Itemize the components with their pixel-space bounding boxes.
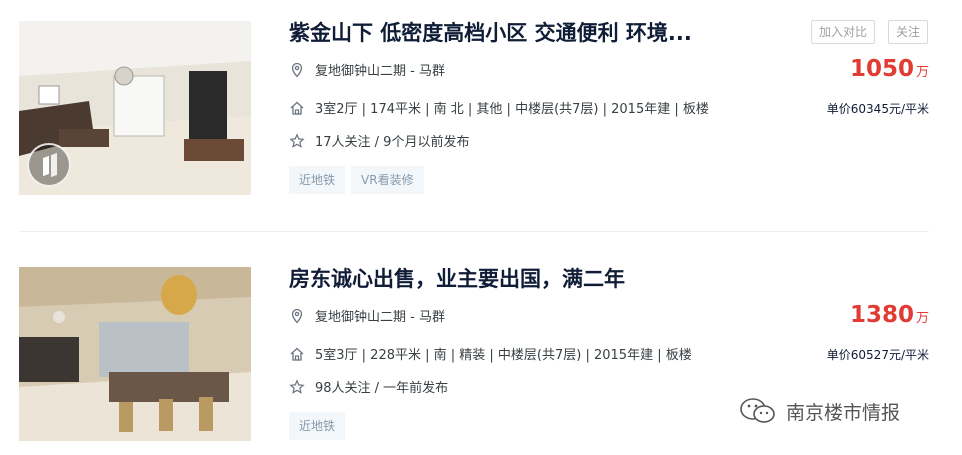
follow-info: 17人关注 / 9个月以前发布 (289, 131, 469, 150)
house-info: 5室3厅 | 228平米 | 南 | 精装 | 中楼层(共7层) | 2015年… (289, 344, 692, 363)
total-price-value: 1050 (849, 56, 914, 82)
community-info: 复地御钟山二期 - 马群 (289, 306, 445, 325)
location-pin-icon (291, 308, 303, 323)
tag-list: 近地铁 VR看装修 (289, 166, 424, 194)
tag-subway: 近地铁 (289, 166, 346, 194)
listing-card[interactable]: 紫金山下 低密度高档小区 交通便利 环境... 复地御钟山二期 - 马群 3室2… (0, 18, 962, 198)
watermark-text: 南京楼市情报 (786, 401, 901, 424)
listing-title[interactable]: 房东诚心出售，业主要出国，满二年 (289, 264, 625, 294)
total-price-value: 1380 (849, 302, 914, 328)
house-info: 3室2厅 | 174平米 | 南 北 | 其他 | 中楼层(共7层) | 201… (289, 98, 709, 117)
star-icon (289, 132, 305, 148)
total-price: 1380 万 (850, 302, 929, 328)
house-info-text: 5室3厅 | 228平米 | 南 | 精装 | 中楼层(共7层) | 2015年… (315, 348, 692, 363)
tag-vr: VR看装修 (351, 166, 424, 194)
house-info-text: 3室2厅 | 174平米 | 南 北 | 其他 | 中楼层(共7层) | 201… (315, 102, 709, 117)
tag-subway: 近地铁 (289, 412, 346, 440)
follow-info: 98人关注 / 一年前发布 (289, 377, 448, 396)
follow-info-text: 98人关注 / 一年前发布 (315, 381, 449, 396)
community-link[interactable]: 复地御钟山二期 - 马群 (315, 60, 445, 79)
listing-photo[interactable] (19, 267, 251, 441)
listing-photo[interactable] (19, 21, 251, 195)
location-pin-icon (291, 62, 303, 77)
listing-title[interactable]: 紫金山下 低密度高档小区 交通便利 环境... (289, 18, 692, 48)
house-icon (290, 101, 304, 115)
vr-badge-icon (27, 143, 71, 187)
community-info: 复地御钟山二期 - 马群 (289, 60, 445, 79)
unit-price: 单价60527元/平米 (826, 348, 929, 362)
total-price: 1050 万 (850, 56, 929, 82)
divider (19, 231, 929, 232)
follow-info-text: 17人关注 / 9个月以前发布 (315, 135, 470, 150)
dining-room-image (19, 267, 251, 441)
star-icon (289, 378, 305, 394)
tag-list: 近地铁 (289, 412, 346, 440)
add-compare-button[interactable]: 加入对比 (811, 20, 876, 44)
watermark: 南京楼市情报 (738, 396, 900, 426)
unit-price: 单价60345元/平米 (826, 102, 929, 116)
total-price-unit: 万 (915, 65, 929, 80)
wechat-icon (740, 398, 775, 423)
community-link[interactable]: 复地御钟山二期 - 马群 (315, 306, 445, 325)
total-price-unit: 万 (915, 311, 929, 326)
house-icon (290, 347, 304, 361)
follow-button[interactable]: 关注 (888, 20, 929, 44)
